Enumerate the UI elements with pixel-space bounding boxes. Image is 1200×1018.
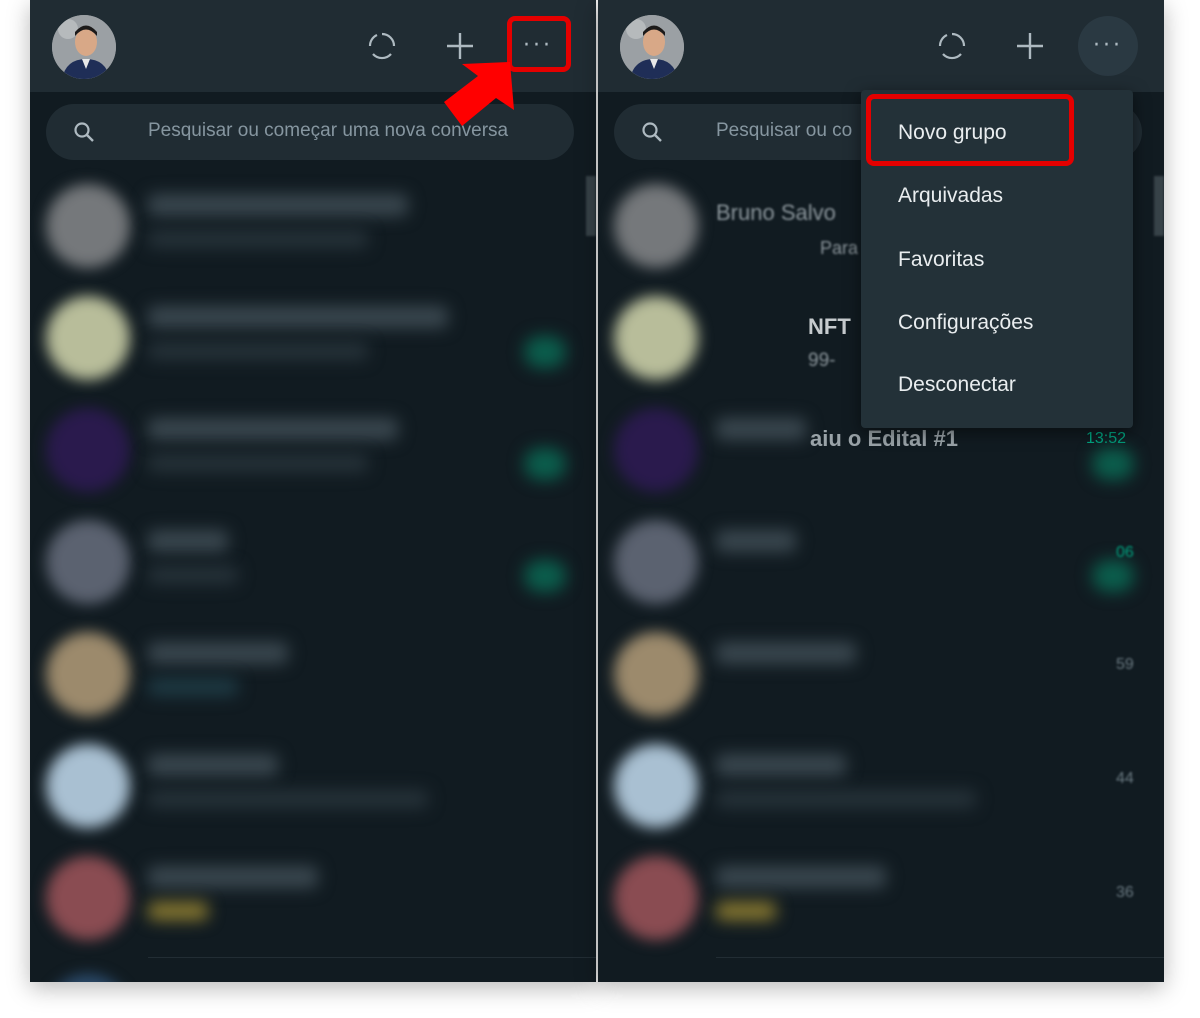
chat-item[interactable] bbox=[30, 620, 596, 730]
chat-item[interactable] bbox=[30, 284, 596, 394]
menu-item-label: Configurações bbox=[898, 311, 1034, 334]
chat-time: 44 bbox=[1116, 770, 1134, 787]
chat-name-blurred bbox=[148, 866, 318, 888]
status-icon bbox=[938, 32, 966, 60]
menu-dots-icon: ··· bbox=[1093, 33, 1123, 58]
scrollbar-thumb[interactable] bbox=[586, 176, 596, 236]
scrollbar-thumb[interactable] bbox=[1154, 176, 1164, 236]
chat-avatar bbox=[46, 408, 130, 492]
chat-name-blurred bbox=[716, 754, 846, 776]
search-icon bbox=[74, 122, 94, 142]
chat-item[interactable] bbox=[30, 844, 596, 954]
chat-name-blurred bbox=[148, 306, 448, 328]
status-button[interactable] bbox=[360, 24, 404, 68]
chat-item[interactable] bbox=[30, 962, 596, 982]
chat-item[interactable]: 06 bbox=[598, 508, 1164, 618]
user-avatar[interactable] bbox=[52, 15, 116, 79]
unread-badge bbox=[524, 448, 566, 480]
profile-photo bbox=[620, 15, 684, 79]
chat-name-blurred bbox=[716, 642, 856, 664]
chat-message-blurred bbox=[148, 566, 238, 584]
chat-name-blurred bbox=[148, 194, 408, 216]
profile-photo bbox=[52, 15, 116, 79]
chat-name-blurred bbox=[148, 418, 398, 440]
chat-item[interactable]: 36 bbox=[598, 844, 1164, 954]
chat-list bbox=[30, 172, 596, 982]
chat-avatar bbox=[614, 408, 698, 492]
highlight-box-novo-grupo bbox=[866, 94, 1074, 166]
chat-avatar bbox=[614, 520, 698, 604]
unread-badge bbox=[1092, 560, 1134, 592]
new-chat-button[interactable] bbox=[1008, 24, 1052, 68]
unread-badge bbox=[524, 336, 566, 368]
chat-item[interactable] bbox=[30, 508, 596, 618]
plus-icon bbox=[1017, 33, 1043, 59]
menu-item-label: Desconectar bbox=[898, 373, 1016, 396]
menu-item-favoritas[interactable]: Favoritas bbox=[861, 230, 1133, 290]
menu-item-configuracoes[interactable]: Configurações bbox=[861, 293, 1133, 353]
chat-message-blurred bbox=[148, 678, 238, 696]
chat-message-blurred bbox=[148, 454, 368, 472]
status-button[interactable] bbox=[930, 24, 974, 68]
chat-time: 59 bbox=[1116, 656, 1134, 673]
chat-avatar bbox=[46, 632, 130, 716]
chat-name: Bruno Salvo bbox=[716, 200, 836, 225]
chat-avatar bbox=[614, 744, 698, 828]
unread-badge bbox=[1092, 448, 1134, 480]
chat-avatar bbox=[614, 632, 698, 716]
chat-message: 99- bbox=[808, 350, 836, 371]
chat-avatar bbox=[614, 856, 698, 940]
chat-avatar bbox=[614, 184, 698, 268]
chat-item[interactable]: 59 bbox=[598, 620, 1164, 730]
chat-name-blurred bbox=[716, 418, 806, 440]
chat-name-blurred bbox=[148, 754, 278, 776]
chat-avatar bbox=[46, 744, 130, 828]
chat-message-blurred bbox=[148, 342, 368, 360]
status-icon bbox=[368, 32, 396, 60]
chat-name: NFT bbox=[808, 314, 851, 339]
chat-name-blurred bbox=[716, 866, 886, 888]
chat-name-blurred bbox=[148, 642, 288, 664]
search-placeholder: Pesquisar ou co bbox=[716, 120, 853, 141]
chat-avatar bbox=[614, 296, 698, 380]
plus-icon bbox=[447, 33, 473, 59]
chat-time: 36 bbox=[1116, 884, 1134, 901]
divider bbox=[148, 957, 596, 958]
chat-name: aiu o Edital #1 bbox=[810, 426, 958, 451]
chat-avatar bbox=[46, 184, 130, 268]
chat-message-blurred bbox=[716, 902, 776, 920]
chat-message-blurred bbox=[716, 790, 976, 808]
chat-item[interactable] bbox=[30, 732, 596, 842]
chat-name-blurred bbox=[148, 530, 228, 552]
menu-item-desconectar[interactable]: Desconectar bbox=[861, 355, 1133, 415]
menu-button-active[interactable]: ··· bbox=[1078, 16, 1138, 76]
menu-item-arquivadas[interactable]: Arquivadas bbox=[861, 166, 1133, 226]
chat-avatar bbox=[46, 520, 130, 604]
chat-avatar bbox=[46, 974, 130, 982]
chat-list-panel-left: ··· Pesquisar ou começar uma nova conver… bbox=[30, 0, 596, 982]
search-icon bbox=[642, 122, 662, 142]
chat-avatar bbox=[46, 856, 130, 940]
chat-name-blurred bbox=[716, 530, 796, 552]
user-avatar[interactable] bbox=[620, 15, 684, 79]
header: ··· bbox=[598, 0, 1164, 92]
menu-item-label: Arquivadas bbox=[898, 184, 1004, 207]
chat-message: Para bbox=[820, 238, 859, 258]
chat-item[interactable] bbox=[30, 396, 596, 506]
chat-item[interactable]: 44 bbox=[598, 732, 1164, 842]
divider bbox=[716, 957, 1164, 958]
arrow-icon bbox=[444, 62, 514, 126]
chat-time: 13:52 bbox=[1086, 430, 1127, 447]
menu-item-label: Favoritas bbox=[898, 248, 985, 271]
chat-message-blurred bbox=[148, 230, 368, 248]
unread-badge bbox=[524, 560, 566, 592]
chat-message-blurred bbox=[148, 790, 428, 808]
chat-message-blurred bbox=[148, 902, 208, 920]
chat-item[interactable] bbox=[30, 172, 596, 282]
chat-avatar bbox=[46, 296, 130, 380]
